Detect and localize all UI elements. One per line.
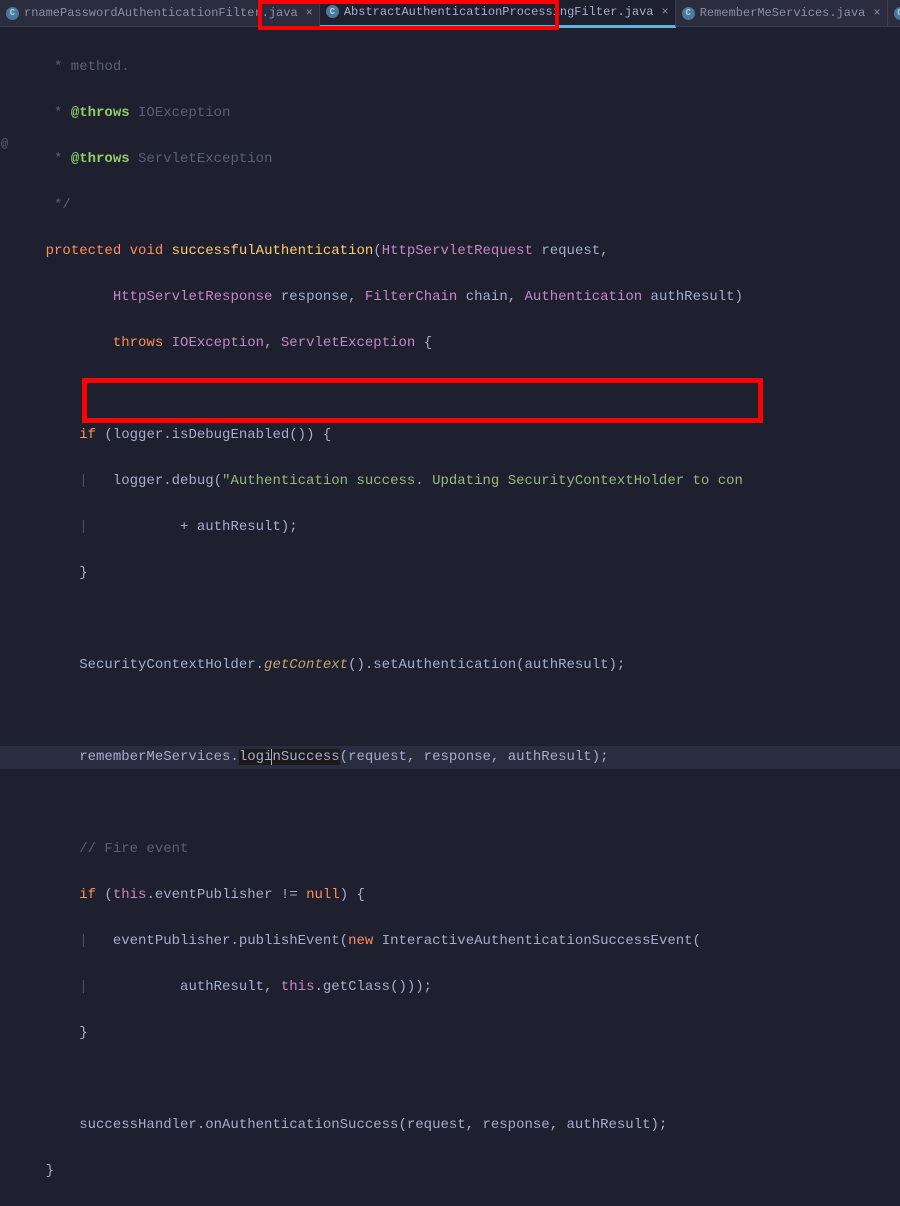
tab-bar: C rnamePasswordAuthenticationFilter.java… <box>0 0 900 27</box>
code-editor[interactable]: * method. * @throws IOException * @throw… <box>0 27 900 1206</box>
editor-tab[interactable]: C rnamePasswordAuthenticationFilter.java… <box>0 0 320 26</box>
code-line: | authResult, this.getClass())); <box>0 976 900 999</box>
code-line: rememberMeServices.loginSuccess(request,… <box>0 746 900 769</box>
code-line: // Fire event <box>0 838 900 861</box>
code-line: HttpServletResponse response, FilterChai… <box>0 286 900 309</box>
close-icon[interactable]: × <box>873 6 880 20</box>
tab-label: RememberMeServices.java <box>700 6 866 20</box>
code-line: | logger.debug("Authentication success. … <box>0 470 900 493</box>
code-line: protected void successfulAuthentication(… <box>0 240 900 263</box>
code-line: */ <box>0 194 900 217</box>
close-icon[interactable]: × <box>306 6 313 20</box>
code-line: } <box>0 562 900 585</box>
code-line <box>0 1068 900 1091</box>
code-line: | eventPublisher.publishEvent(new Intera… <box>0 930 900 953</box>
gutter-override-icon[interactable]: @ <box>1 137 8 151</box>
java-class-icon: C <box>682 7 695 20</box>
tab-label: rnamePasswordAuthenticationFilter.java <box>24 6 298 20</box>
code-line: } <box>0 1160 900 1183</box>
java-class-icon: C <box>326 5 339 18</box>
tab-label: AbstractAuthenticationProcessingFilter.j… <box>344 5 654 19</box>
code-line <box>0 378 900 401</box>
editor-tab[interactable]: C AbstractRememberM <box>888 0 900 26</box>
code-line: * @throws IOException <box>0 102 900 125</box>
code-line: throws IOException, ServletException { <box>0 332 900 355</box>
code-line <box>0 608 900 631</box>
code-line: SecurityContextHolder.getContext().setAu… <box>0 654 900 677</box>
code-line <box>0 700 900 723</box>
editor-tab[interactable]: C RememberMeServices.java × <box>676 0 888 26</box>
editor-tab[interactable]: C AbstractAuthenticationProcessingFilter… <box>320 0 676 28</box>
java-class-icon: C <box>894 7 900 20</box>
close-icon[interactable]: × <box>662 5 669 19</box>
code-line: successHandler.onAuthenticationSuccess(r… <box>0 1114 900 1137</box>
java-class-icon: C <box>6 7 19 20</box>
code-line: | + authResult); <box>0 516 900 539</box>
code-line <box>0 792 900 815</box>
code-line: } <box>0 1022 900 1045</box>
code-line: * @throws ServletException <box>0 148 900 171</box>
code-line: if (this.eventPublisher != null) { <box>0 884 900 907</box>
code-line: * method. <box>0 56 900 79</box>
code-line: if (logger.isDebugEnabled()) { <box>0 424 900 447</box>
